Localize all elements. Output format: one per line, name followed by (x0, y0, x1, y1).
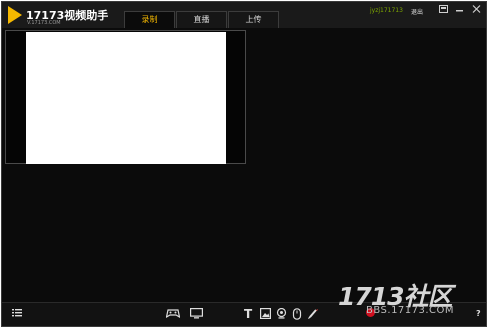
help-button[interactable]: ? (476, 308, 481, 320)
mouse-icon[interactable] (292, 308, 302, 324)
username-link[interactable]: jyzj171713 (370, 7, 403, 14)
settings-icon[interactable] (436, 5, 450, 17)
app-logo-subtitle: V.17173.COM (27, 20, 61, 26)
close-icon[interactable] (469, 5, 483, 17)
capture-preview-panel[interactable] (5, 30, 246, 164)
watermark-sub-text: BBS.17173.COM (366, 305, 455, 316)
image-icon[interactable] (260, 308, 272, 323)
webcam-icon[interactable] (276, 307, 287, 323)
main-tabs: 录制 直播 上传 (124, 11, 280, 28)
monitor-icon[interactable] (190, 308, 204, 323)
title-bar: 17173视频助手 V.17173.COM 录制 直播 上传 jyzj17171… (2, 2, 486, 28)
watermark: 1713社区 BBS.17173.COM (338, 277, 455, 317)
gamepad-icon[interactable] (165, 308, 181, 322)
tab-upload[interactable]: 上传 (228, 11, 279, 28)
logo-arrow-icon (8, 6, 22, 24)
logout-button[interactable]: 退出 (411, 7, 423, 16)
tab-live[interactable]: 直播 (176, 11, 227, 28)
minimize-icon[interactable] (452, 5, 466, 17)
text-tool-button[interactable]: T (244, 308, 252, 320)
list-icon[interactable] (12, 308, 22, 321)
tab-record[interactable]: 录制 (124, 11, 175, 28)
capture-preview-screen (26, 32, 226, 164)
brush-icon[interactable] (307, 308, 319, 324)
